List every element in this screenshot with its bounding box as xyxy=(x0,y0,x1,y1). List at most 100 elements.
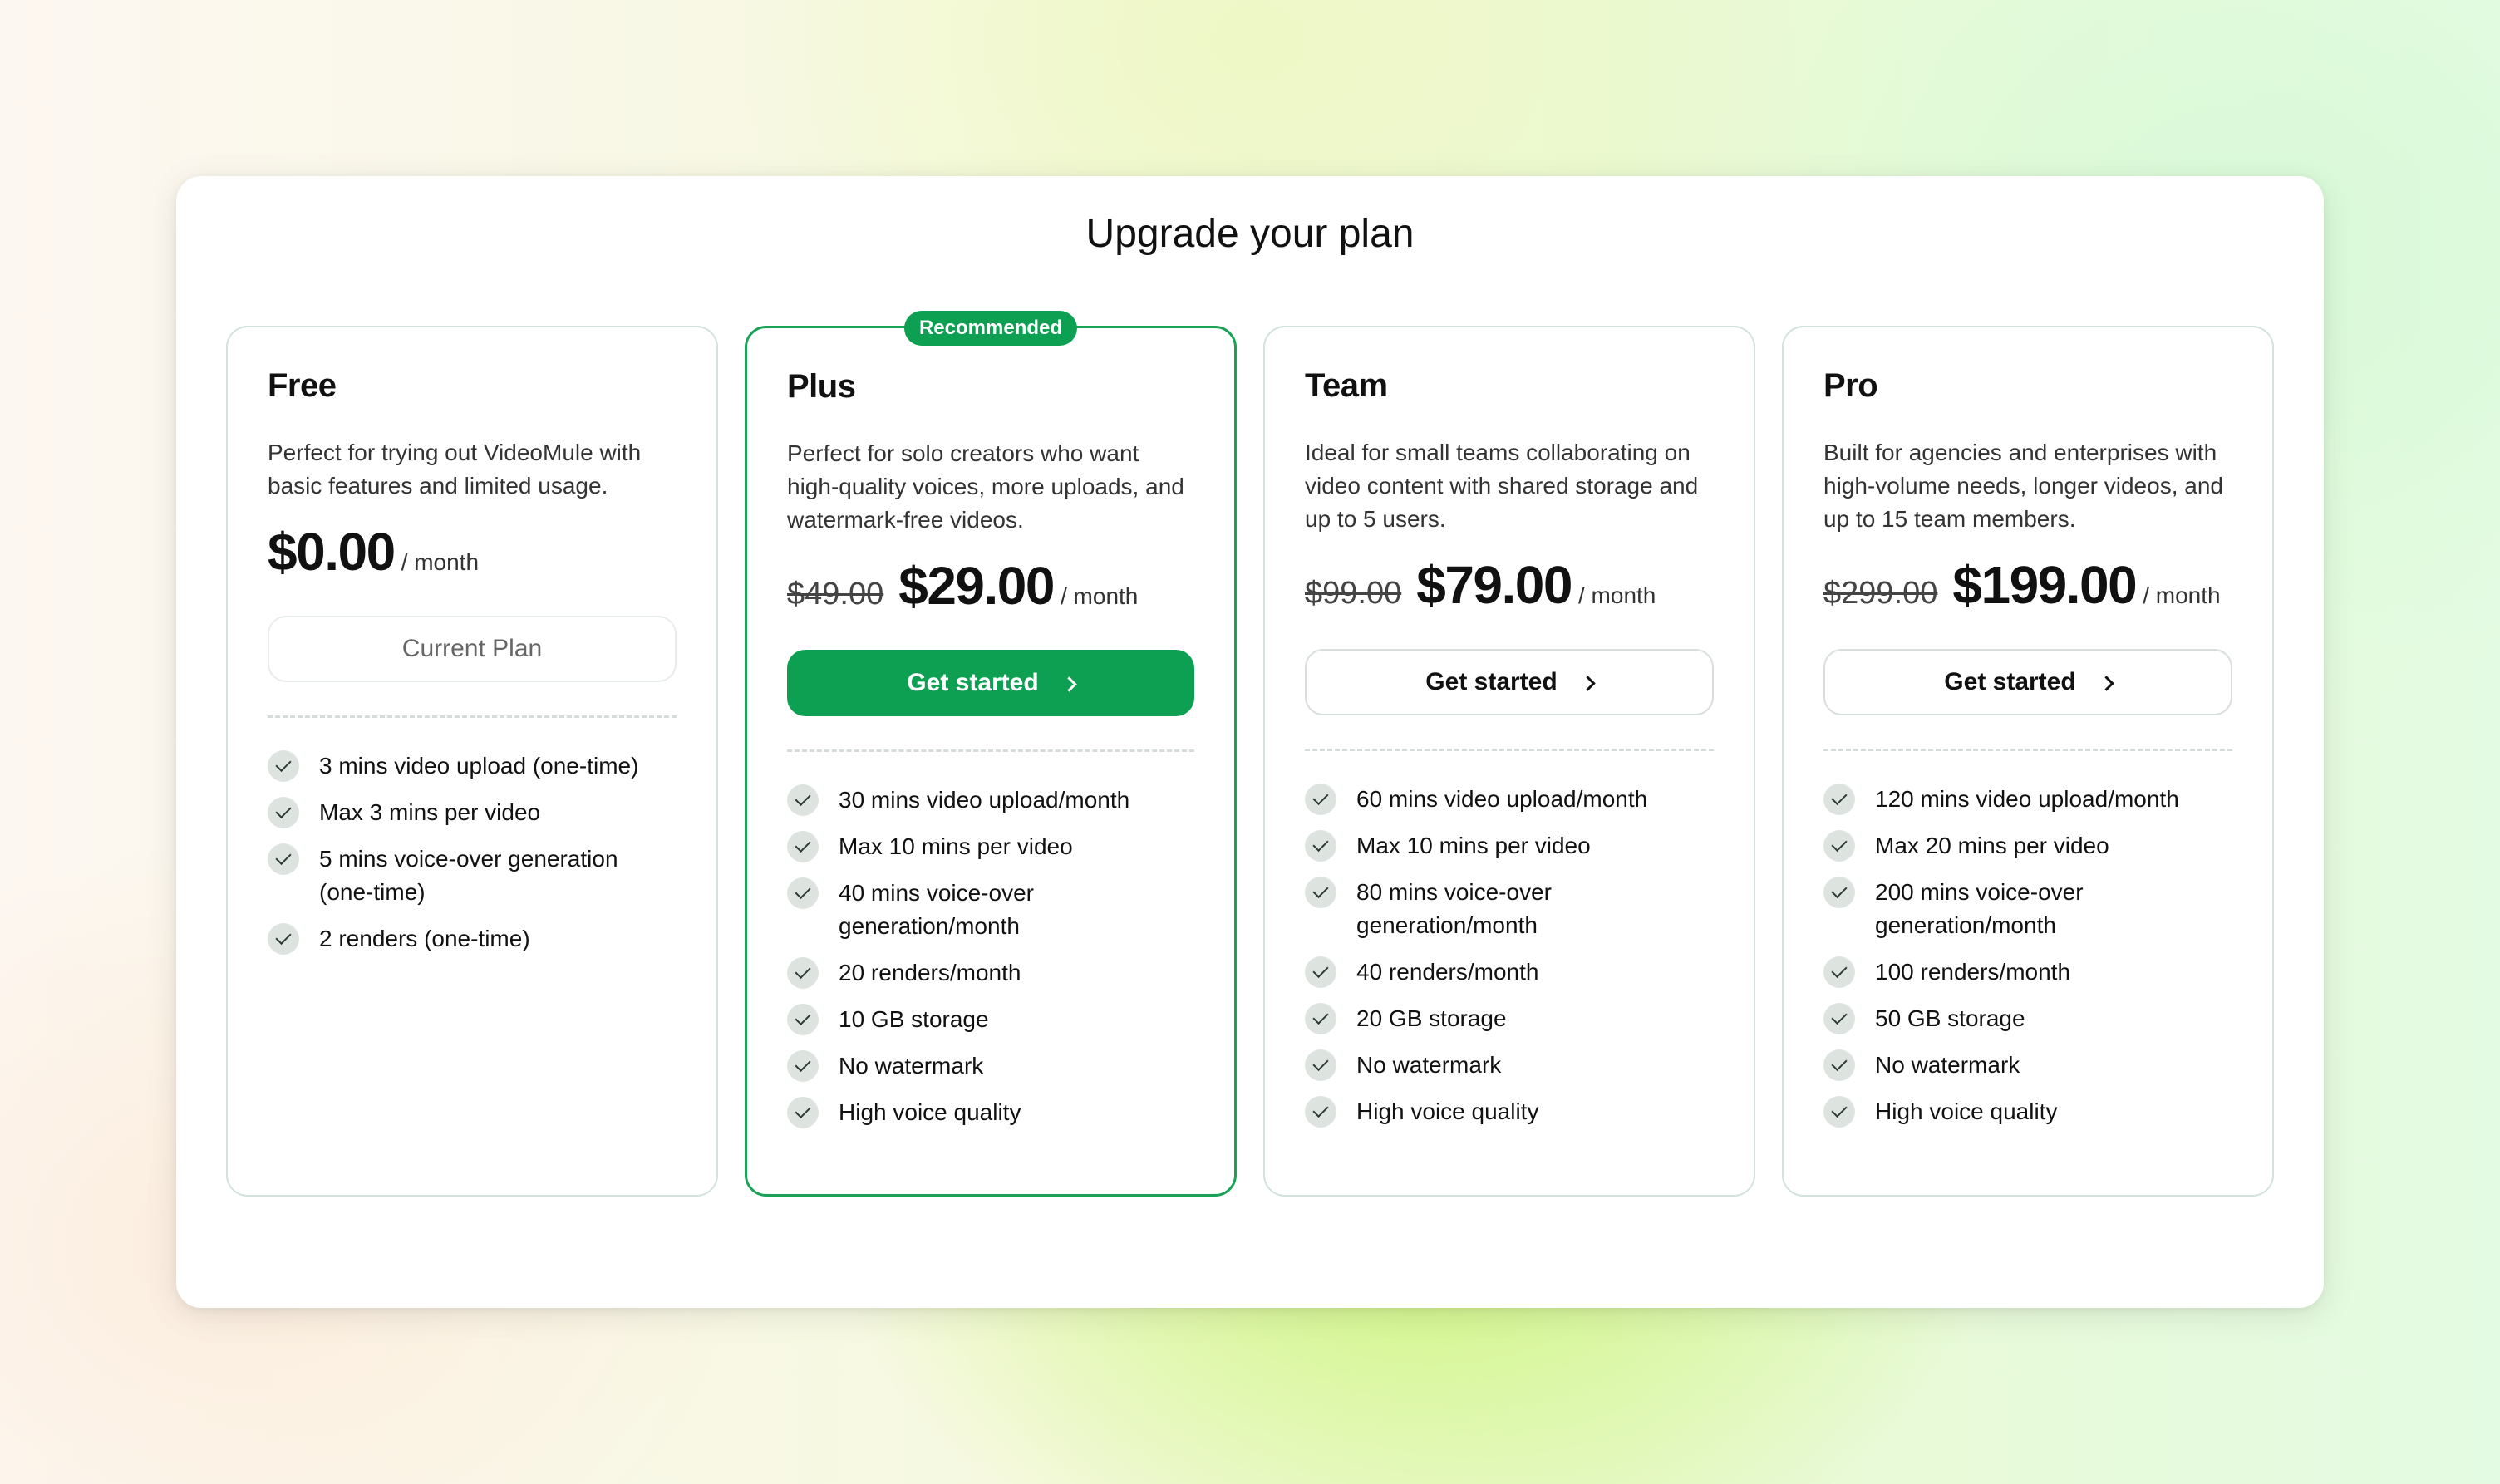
price-row: $299.00 $199.00 / month xyxy=(1823,554,2232,622)
list-item: 30 mins video upload/month xyxy=(787,784,1194,817)
check-icon xyxy=(787,1004,819,1035)
list-item: 80 mins voice-over generation/month xyxy=(1305,876,1714,942)
current-plan-button[interactable]: Current Plan xyxy=(268,616,677,682)
feature-label: Max 20 mins per video xyxy=(1875,833,2109,858)
check-icon xyxy=(1823,877,1855,908)
original-price: $49.00 xyxy=(787,577,884,612)
divider xyxy=(787,749,1194,752)
price-row: $0.00 / month xyxy=(268,521,677,589)
list-item: Max 10 mins per video xyxy=(1305,829,1714,862)
check-icon xyxy=(1823,956,1855,988)
feature-label: 2 renders (one-time) xyxy=(319,926,530,951)
feature-label: 80 mins voice-over generation/month xyxy=(1356,879,1552,938)
original-price: $99.00 xyxy=(1305,576,1402,611)
divider xyxy=(1305,749,1714,751)
feature-label: 40 mins voice-over generation/month xyxy=(839,880,1034,939)
list-item: 50 GB storage xyxy=(1823,1002,2232,1035)
feature-label: 200 mins voice-over generation/month xyxy=(1875,879,2084,938)
feature-label: 5 mins voice-over generation (one-time) xyxy=(319,846,618,905)
list-item: Max 3 mins per video xyxy=(268,796,677,829)
get-started-button-plus[interactable]: Get started xyxy=(787,650,1194,716)
check-icon xyxy=(1823,1003,1855,1034)
button-label: Get started xyxy=(907,669,1039,696)
plan-name: Pro xyxy=(1823,367,1878,404)
check-icon xyxy=(787,831,819,862)
feature-label: High voice quality xyxy=(839,1099,1021,1125)
list-item: 40 mins voice-over generation/month xyxy=(787,877,1194,943)
list-item: 200 mins voice-over generation/month xyxy=(1823,876,2232,942)
list-item: No watermark xyxy=(787,1049,1194,1083)
plan-description: Perfect for solo creators who want high-… xyxy=(787,440,1184,533)
price-period: / month xyxy=(1060,583,1139,609)
plan-name: Free xyxy=(268,367,337,404)
chevron-right-icon xyxy=(2098,675,2114,691)
get-started-button-team[interactable]: Get started xyxy=(1305,649,1714,715)
check-icon xyxy=(1305,1003,1336,1034)
chevron-right-icon xyxy=(1579,675,1596,691)
check-icon xyxy=(1823,830,1855,862)
divider xyxy=(1823,749,2232,751)
button-label: Get started xyxy=(1944,668,2076,695)
check-icon xyxy=(787,957,819,989)
list-item: 3 mins video upload (one-time) xyxy=(268,749,677,783)
feature-list: 3 mins video upload (one-time) Max 3 min… xyxy=(268,749,677,956)
check-icon xyxy=(787,877,819,909)
check-icon xyxy=(1305,956,1336,988)
feature-list: 120 mins video upload/month Max 20 mins … xyxy=(1823,783,2232,1128)
check-icon xyxy=(1305,784,1336,815)
list-item: 120 mins video upload/month xyxy=(1823,783,2232,816)
list-item: Max 20 mins per video xyxy=(1823,829,2232,862)
plan-price: $199.00 xyxy=(1952,555,2137,615)
feature-label: No watermark xyxy=(1875,1052,2020,1078)
price-period: / month xyxy=(401,549,480,575)
page-title: Upgrade your plan xyxy=(1085,212,1415,256)
list-item: 10 GB storage xyxy=(787,1003,1194,1036)
list-item: No watermark xyxy=(1305,1049,1714,1082)
list-item: 60 mins video upload/month xyxy=(1305,783,1714,816)
price-period: / month xyxy=(1577,582,1656,608)
plan-card-free: Free Perfect for trying out VideoMule wi… xyxy=(226,326,718,1197)
feature-label: 3 mins video upload (one-time) xyxy=(319,753,639,779)
check-icon xyxy=(1305,1096,1336,1128)
feature-list: 60 mins video upload/month Max 10 mins p… xyxy=(1305,783,1714,1128)
list-item: 5 mins voice-over generation (one-time) xyxy=(268,843,677,909)
plan-card-plus: Recommended Plus Perfect for solo creato… xyxy=(745,311,1237,1197)
check-icon xyxy=(1823,784,1855,815)
list-item: 100 renders/month xyxy=(1823,956,2232,989)
plan-description: Ideal for small teams collaborating on v… xyxy=(1305,440,1699,532)
plan-card-pro: Pro Built for agencies and enterprises w… xyxy=(1782,326,2274,1197)
list-item: 40 renders/month xyxy=(1305,956,1714,989)
list-item: High voice quality xyxy=(1305,1095,1714,1128)
get-started-button-pro[interactable]: Get started xyxy=(1823,649,2232,715)
list-item: 20 renders/month xyxy=(787,956,1194,990)
check-icon xyxy=(268,843,299,875)
plan-name: Team xyxy=(1305,367,1388,404)
feature-label: No watermark xyxy=(1356,1052,1502,1078)
recommended-badge: Recommended xyxy=(903,311,1078,346)
list-item: High voice quality xyxy=(787,1096,1194,1129)
feature-label: 40 renders/month xyxy=(1356,959,1539,985)
check-icon xyxy=(268,923,299,955)
feature-label: 100 renders/month xyxy=(1875,959,2071,985)
plan-price: $79.00 xyxy=(1416,555,1572,615)
feature-label: Max 10 mins per video xyxy=(1356,833,1591,858)
plan-description: Built for agencies and enterprises with … xyxy=(1823,440,2223,532)
button-label: Get started xyxy=(1425,668,1558,695)
upgrade-plan-dialog: Upgrade your plan Free Perfect for tryin… xyxy=(176,176,2324,1308)
plan-name: Plus xyxy=(787,368,856,405)
feature-list: 30 mins video upload/month Max 10 mins p… xyxy=(787,784,1194,1129)
check-icon xyxy=(268,750,299,782)
feature-label: 120 mins video upload/month xyxy=(1875,786,2179,812)
chevron-right-icon xyxy=(1061,676,1077,692)
plan-card-team: Team Ideal for small teams collaborating… xyxy=(1263,326,1755,1197)
feature-label: High voice quality xyxy=(1356,1098,1539,1124)
list-item: High voice quality xyxy=(1823,1095,2232,1128)
price-row: $49.00 $29.00 / month xyxy=(787,555,1194,623)
check-icon xyxy=(268,797,299,828)
feature-label: No watermark xyxy=(839,1053,984,1079)
check-icon xyxy=(1823,1049,1855,1081)
plan-price: $29.00 xyxy=(898,556,1055,616)
check-icon xyxy=(1305,830,1336,862)
feature-label: 50 GB storage xyxy=(1875,1005,2025,1031)
price-row: $99.00 $79.00 / month xyxy=(1305,554,1714,622)
